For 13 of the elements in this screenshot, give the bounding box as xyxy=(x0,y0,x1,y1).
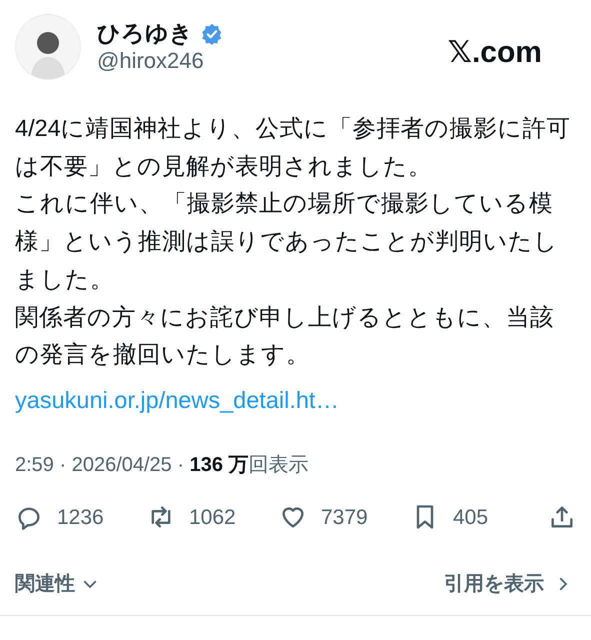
post-paragraph: 4/24に靖国神社より、公式に「参拝者の撮影に許可は不要」との見解が表明されました。 xyxy=(15,114,572,181)
sort-dropdown[interactable]: 関連性 xyxy=(15,569,99,600)
reply-button[interactable]: 1236 xyxy=(15,502,147,534)
repost-button[interactable]: 1062 xyxy=(147,502,279,534)
post-paragraph: 関係者の方々にお詫び申し上げるとともに、当該の発言を撤回いたします。 xyxy=(15,302,555,370)
brand-logo: 𝕏.com xyxy=(448,35,542,71)
bookmark-button[interactable]: 405 xyxy=(411,502,543,534)
view-quotes-link[interactable]: 引用を表示 xyxy=(444,569,572,600)
post-meta: 2:59 · 2026/04/25 · 136 万回表示 xyxy=(14,452,310,478)
author-handle: @hirox246 xyxy=(97,48,205,74)
like-button[interactable]: 7379 xyxy=(279,502,411,534)
post-paragraph: これに伴い、「撮影禁止の場所で撮影している模様」という推測は誤りであったことが判明いたしました。 xyxy=(15,189,559,294)
author-name: ひろゆき xyxy=(97,20,193,48)
